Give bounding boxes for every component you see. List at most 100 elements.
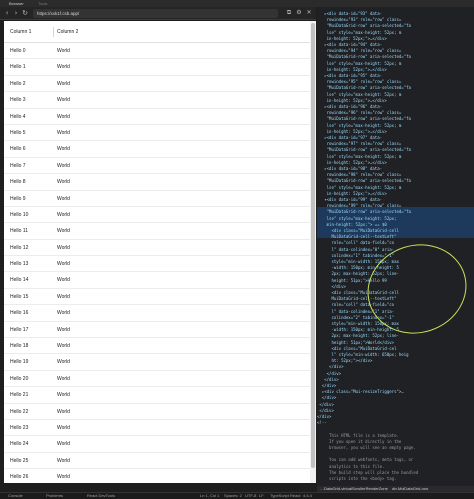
dom-tree-line[interactable] [317,426,474,432]
dom-tree-line[interactable]: lse" style="max-height: 52px; m [317,123,474,129]
dom-tree-line[interactable]: "MuiDataGrid-row" aria-selected="fa [317,178,474,184]
dom-tree-line[interactable]: "MuiDataGrid-row" aria-selected="fa [317,23,474,29]
dom-tree-line[interactable]: role="cell" data-field="co [317,240,474,246]
dom-tree-line[interactable]: </div> [317,402,474,408]
breadcrumb-item[interactable]: …DataGrid-virtualScrollerRenderZone [320,486,388,491]
dom-tree-line[interactable]: height: 51px;">World</div> [317,340,474,346]
table-row[interactable]: Hello 25 World [4,453,310,470]
dom-tree-line[interactable]: <!-- [317,420,474,426]
dom-tree-line[interactable]: ▸<div data-id="94" data- [317,42,474,48]
table-row[interactable]: Hello 18 World [4,338,310,355]
dom-tree-line[interactable]: lse" style="max-height: 52px; [317,216,474,222]
back-icon[interactable]: ‹ [3,9,11,17]
dom-tree-line[interactable]: ▸<div data-id="98" data- [317,166,474,172]
console-tab[interactable]: Console [8,493,23,499]
dom-tree-line[interactable]: scripts into the <body> tag. [317,476,474,482]
dom-tree-line[interactable]: ▸<div data-id="95" data- [317,73,474,79]
table-row[interactable]: Hello 1 World [4,59,310,76]
forward-icon[interactable]: › [12,9,20,17]
dom-tree-line[interactable]: ▸<div data-id="93" data- [317,11,474,17]
dom-tree-line[interactable]: lse" style="max-height: 52px; m [317,61,474,67]
breadcrumb-item[interactable]: div.MuiDataGrid-row [392,486,428,491]
dom-tree-line[interactable]: "MuiDataGrid-row" aria-selected="fa [317,54,474,60]
indentation[interactable]: Spaces: 2 [224,493,242,499]
language-mode[interactable]: TypeScript React [270,493,300,499]
dom-tree-line[interactable]: You can add webfonts, meta tags, or [317,457,474,463]
dom-tree-line[interactable]: </div> [317,383,474,389]
column-header-1[interactable]: Column 1 [10,21,31,43]
dom-tree-line[interactable]: </div> [317,414,474,420]
dom-tree-line[interactable]: "MuiDataGrid-row" aria-selected="fa [317,147,474,153]
dom-tree-line[interactable]: lse" style="max-height: 52px; m [317,154,474,160]
table-row[interactable]: Hello 5 World [4,125,310,142]
typescript-version[interactable]: 4.4.4 [303,493,312,499]
column-header-2[interactable]: Column 2 [57,21,78,43]
dom-tree-line[interactable]: <div class="MuiDataGrid-cel [317,346,474,352]
dom-tree-line[interactable]: ▸<div data-id="97" data- [317,135,474,141]
table-row[interactable]: Hello 26 World [4,469,310,483]
table-row[interactable]: Hello 22 World [4,404,310,420]
table-row[interactable]: Hello 9 World [4,191,310,207]
grid-scrollbar[interactable] [310,21,316,483]
table-row[interactable]: Hello 7 World [4,158,310,175]
dom-tree-line[interactable]: </div> [317,371,474,377]
dom-tree-line[interactable] [317,451,474,457]
dom-tree-line[interactable]: </div> [317,377,474,383]
dom-tree-line[interactable]: </div> [317,408,474,414]
table-row[interactable]: Hello 21 World [4,387,310,404]
open-external-icon[interactable]: ⧉ [285,9,293,17]
react-devtools-tab[interactable]: React DevTools [87,493,115,499]
dom-tree-line[interactable]: If you open it directly in the [317,439,474,445]
column-separator[interactable] [53,27,54,37]
dom-tree-line[interactable]: <div class="MuiDataGrid-cell [317,228,474,234]
scrollbar-thumb[interactable] [311,23,315,468]
dom-tree-line[interactable]: rowindex="98" role="row" class= [317,172,474,178]
dom-tree-line[interactable]: ht: 52px;"></div> [317,358,474,364]
dom-tree-line[interactable]: browser, you will see an empty page. [317,445,474,451]
dom-tree-line[interactable]: rowindex="99" role="row" class= [317,203,474,209]
dom-tree-line[interactable]: in-height: 52px;">…</div> [317,160,474,166]
dom-tree-line[interactable]: "MuiDataGrid-row" aria-selected="fa [317,85,474,91]
dom-tree-line[interactable]: analytics to this file. [317,464,474,470]
encoding[interactable]: UTF-8 [245,493,256,499]
dom-tree-line[interactable]: The build step will place the bundled [317,470,474,476]
dom-tree-line[interactable]: rowindex="94" role="row" class= [317,48,474,54]
dom-tree-line[interactable]: ▾<div data-id="99" data- [317,197,474,203]
dom-tree-line[interactable]: lse" style="max-height: 52px; m [317,30,474,36]
close-icon[interactable]: ✕ [305,9,313,17]
line-ending[interactable]: LF [259,493,264,499]
dom-tree-line[interactable]: in-height: 52px;">…</div> [317,98,474,104]
table-row[interactable]: Hello 13 World [4,256,310,273]
table-row[interactable]: Hello 16 World [4,305,310,322]
tab-browser[interactable]: Browser [9,0,24,7]
table-row[interactable]: Hello 12 World [4,240,310,257]
table-row[interactable]: Hello 3 World [4,92,310,109]
table-row[interactable]: Hello 20 World [4,371,310,388]
dom-tree-line[interactable]: min-height: 52px;"> == $0 [317,222,474,228]
table-row[interactable]: Hello 17 World [4,322,310,339]
dom-tree-line[interactable]: rowindex="93" role="row" class= [317,17,474,23]
dom-tree-line[interactable]: "MuiDataGrid-row" aria-selected="fa [317,116,474,122]
table-row[interactable]: Hello 8 World [4,174,310,191]
dom-tree-line[interactable]: lse" style="max-height: 52px; m [317,185,474,191]
dom-tree-line[interactable]: This HTML file is a template. [317,433,474,439]
table-row[interactable]: Hello 4 World [4,109,310,125]
problems-tab[interactable]: Problems [46,493,63,499]
url-input[interactable]: https://xxk1f.csb.app/ [33,9,278,18]
dom-tree-line[interactable]: rowindex="95" role="row" class= [317,79,474,85]
dom-tree-line[interactable]: 2px; max-height: 52px; line- [317,333,474,339]
dom-tree-line[interactable]: lse" style="max-height: 52px; m [317,92,474,98]
table-row[interactable]: Hello 14 World [4,272,310,289]
refresh-icon[interactable]: ↻ [21,9,29,17]
tab-tools[interactable]: Tools [38,0,47,7]
table-row[interactable]: Hello 6 World [4,141,310,158]
dom-tree-line[interactable]: l" style="min-width: 650px; heig [317,352,474,358]
dom-tree-line[interactable]: ▸<div class="Mui-resizeTriggers">… [317,389,474,395]
table-row[interactable]: Hello 23 World [4,420,310,437]
dom-tree-line[interactable]: in-height: 52px;">…</div> [317,129,474,135]
dom-tree-line[interactable]: in-height: 52px;">…</div> [317,67,474,73]
table-row[interactable]: Hello 10 World [4,207,310,224]
dom-tree-line[interactable]: in-height: 52px;">…</div> [317,36,474,42]
dom-tree-line[interactable]: MuiDataGrid-cell--textLeft" [317,234,474,240]
table-row[interactable]: Hello 19 World [4,354,310,371]
